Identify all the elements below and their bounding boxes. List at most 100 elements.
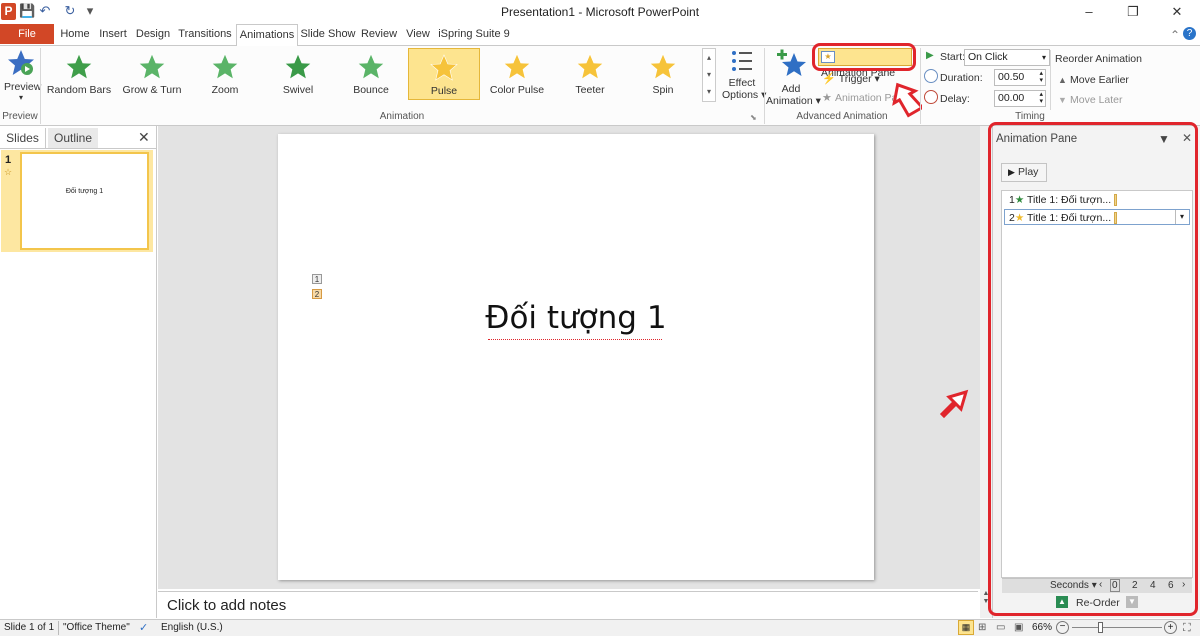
- effect-label: Pulse: [430, 85, 458, 97]
- slide-thumbnail[interactable]: [20, 152, 149, 250]
- fit-slide-icon[interactable]: ⛶: [1183, 620, 1191, 636]
- close-button[interactable]: ✕: [1154, 0, 1200, 24]
- normal-view-icon[interactable]: ▦: [958, 620, 974, 635]
- move-earlier-button[interactable]: ▲ Move Earlier: [1058, 73, 1129, 87]
- duration-value: 00.50: [998, 71, 1025, 83]
- effect-swivel[interactable]: Swivel: [262, 48, 334, 100]
- ribbon-separator: [1050, 50, 1051, 110]
- delay-input[interactable]: 00.00 ▴ ▾: [994, 90, 1046, 107]
- delay-label: Delay:: [940, 93, 970, 105]
- effect-star-icon: [430, 54, 458, 81]
- effect-options-label-2: Options ▾: [722, 89, 767, 101]
- preview-button[interactable]: Preview ▾: [4, 48, 42, 104]
- effect-options-button[interactable]: Effect Options ▾: [722, 48, 767, 106]
- effect-star-icon: [576, 53, 604, 80]
- effect-color-pulse[interactable]: Color Pulse: [481, 48, 553, 100]
- effect-spin[interactable]: Spin: [627, 48, 699, 100]
- effect-pulse[interactable]: Pulse: [408, 48, 480, 100]
- tab-file[interactable]: File: [0, 24, 54, 44]
- effect-grow-turn[interactable]: Grow & Turn: [116, 48, 188, 100]
- effect-label: Grow & Turn: [122, 84, 182, 96]
- add-animation-button[interactable]: Add Animation ▾: [766, 48, 821, 107]
- minimize-ribbon-icon[interactable]: ⌃: [1170, 28, 1180, 42]
- tab-home[interactable]: Home: [58, 24, 92, 46]
- duration-spinner-icon[interactable]: ▴ ▾: [1039, 70, 1045, 84]
- tab-transitions[interactable]: Transitions: [176, 24, 234, 46]
- status-language[interactable]: English (U.S.): [161, 620, 223, 636]
- tab-slide-show[interactable]: Slide Show: [300, 24, 356, 46]
- preview-dropdown-icon[interactable]: ▾: [4, 93, 38, 102]
- slide-sorter-icon[interactable]: ⊞: [978, 620, 986, 636]
- start-label: Start:: [940, 51, 966, 63]
- spellcheck-icon[interactable]: ✓: [139, 620, 148, 636]
- effect-label: Spin: [652, 84, 674, 96]
- undo-icon[interactable]: ↶: [37, 3, 53, 19]
- reorder-animation-title: Reorder Animation: [1055, 53, 1142, 65]
- slide-canvas[interactable]: [278, 134, 874, 580]
- animation-tag-2[interactable]: 2: [312, 289, 322, 299]
- effect-label: Random Bars: [46, 84, 112, 96]
- zoom-in-icon[interactable]: +: [1164, 621, 1177, 634]
- add-animation-label-1: Add: [781, 83, 801, 95]
- tab-animations[interactable]: Animations: [236, 24, 298, 47]
- move-later-label: Move Later: [1069, 94, 1123, 106]
- tab-outline[interactable]: Outline: [48, 128, 98, 148]
- reading-view-icon[interactable]: ▭: [996, 620, 1005, 636]
- zoom-slider-track[interactable]: [1072, 627, 1162, 628]
- delay-clock-icon: [924, 90, 938, 104]
- move-later-icon: ▼: [1058, 95, 1067, 105]
- effect-options-icon: [732, 51, 752, 71]
- status-zoom[interactable]: 66%: [1032, 620, 1052, 636]
- zoom-out-icon[interactable]: −: [1056, 621, 1069, 634]
- slide-thumbnail-text: Đối tượng 1: [65, 188, 104, 195]
- preview-label: Preview: [4, 81, 42, 93]
- effect-zoom[interactable]: Zoom: [189, 48, 261, 100]
- animation-painter-button[interactable]: ★ Animation Painter: [822, 90, 898, 106]
- save-icon[interactable]: 💾: [19, 3, 35, 19]
- tab-view[interactable]: View: [404, 24, 432, 46]
- duration-input[interactable]: 00.50 ▴ ▾: [994, 69, 1046, 86]
- slide-number: 1: [5, 154, 12, 166]
- move-earlier-icon: ▲: [1058, 75, 1067, 85]
- zoom-slider-thumb[interactable]: [1098, 622, 1103, 633]
- effect-label: Swivel: [282, 84, 314, 96]
- maximize-button[interactable]: ❐: [1110, 0, 1156, 24]
- tab-slides[interactable]: Slides: [0, 128, 46, 148]
- highlight-box-animation-pane: [988, 122, 1198, 616]
- effect-star-icon: [65, 53, 93, 80]
- start-select[interactable]: On Click ▾: [964, 49, 1050, 66]
- annotation-arrow-diagonal: [939, 389, 969, 419]
- effect-star-icon: [357, 53, 385, 80]
- add-animation-star-icon: [777, 49, 806, 76]
- notes-area[interactable]: Click to add notes: [158, 591, 978, 618]
- close-panel-icon[interactable]: ✕: [138, 129, 150, 146]
- slide-animation-icon: ☆: [4, 167, 13, 177]
- tab-ispring[interactable]: iSpring Suite 9: [436, 24, 512, 46]
- group-label-timing: Timing: [1015, 111, 1045, 122]
- tab-design[interactable]: Design: [134, 24, 172, 46]
- animation-dialog-launcher-icon[interactable]: ⬊: [750, 113, 757, 122]
- effect-star-icon: [211, 53, 239, 80]
- effect-label: Teeter: [575, 84, 605, 96]
- tab-review[interactable]: Review: [360, 24, 398, 46]
- effect-star-icon: [503, 53, 531, 80]
- effect-teeter[interactable]: Teeter: [554, 48, 626, 100]
- trigger-button[interactable]: ⚡ Trigger ▾: [822, 71, 880, 87]
- help-icon[interactable]: ?: [1183, 27, 1196, 40]
- highlight-box-animation-pane-button: [812, 43, 916, 71]
- slideshow-view-icon[interactable]: ▣: [1014, 620, 1023, 636]
- redo-icon[interactable]: ↻: [62, 3, 78, 19]
- start-icon: ▶: [926, 50, 934, 61]
- gallery-scroll[interactable]: ▴ ▾ ▾: [702, 48, 716, 102]
- slide-title-text[interactable]: Đối tượng 1: [278, 300, 874, 336]
- minimize-button[interactable]: –: [1066, 0, 1112, 24]
- animation-tag-1[interactable]: 1: [312, 274, 322, 284]
- delay-spinner-icon[interactable]: ▴ ▾: [1039, 91, 1045, 105]
- customize-qat-icon[interactable]: ▾: [82, 3, 98, 19]
- effect-bounce[interactable]: Bounce: [335, 48, 407, 100]
- effect-random-bars[interactable]: Random Bars: [43, 48, 115, 100]
- effect-label: Bounce: [353, 84, 389, 96]
- move-later-button[interactable]: ▼ Move Later: [1058, 93, 1123, 107]
- tab-insert[interactable]: Insert: [96, 24, 130, 46]
- move-earlier-label: Move Earlier: [1069, 74, 1129, 86]
